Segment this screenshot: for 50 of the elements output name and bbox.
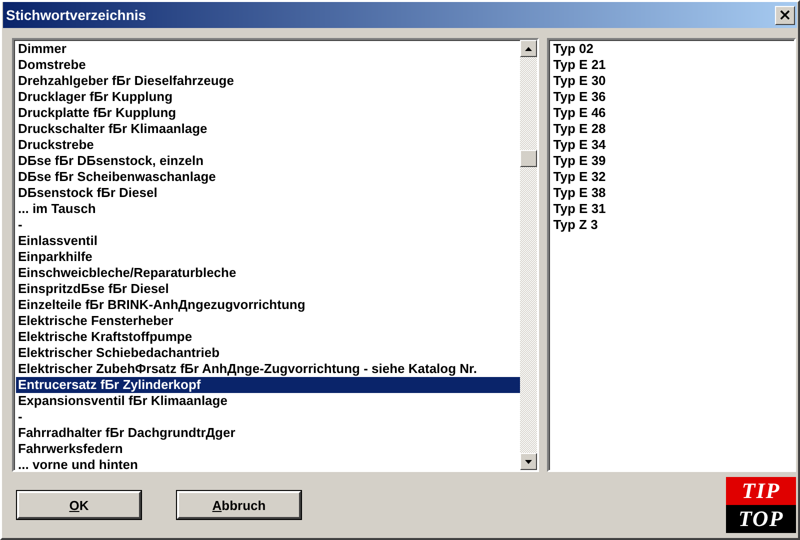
keyword-item[interactable]: Dimmer <box>16 41 520 57</box>
type-item[interactable]: Typ E 39 <box>551 153 794 169</box>
ok-button[interactable]: OK <box>17 491 141 519</box>
type-item[interactable]: Typ E 30 <box>551 73 794 89</box>
keyword-item[interactable]: Elektrischer Schiebedachantrieb <box>16 345 520 361</box>
type-item[interactable]: Typ E 28 <box>551 121 794 137</box>
down-arrow-icon <box>525 460 532 464</box>
keyword-item[interactable]: Drehzahlgeber fБr Dieselfahrzeuge <box>16 73 520 89</box>
keyword-item[interactable]: Elektrische Kraftstoffpumpe <box>16 329 520 345</box>
keyword-item[interactable]: ... vorne und hinten <box>16 457 520 470</box>
window-title: Stichwortverzeichnis <box>6 7 146 23</box>
keyword-item[interactable]: DБse fБr Scheibenwaschanlage <box>16 169 520 185</box>
keyword-item[interactable]: - <box>16 409 520 425</box>
keyword-item[interactable]: - <box>16 217 520 233</box>
up-arrow-icon <box>525 46 532 50</box>
keyword-item[interactable]: Expansionsventil fБr Klimaanlage <box>16 393 520 409</box>
keyword-item[interactable]: Domstrebe <box>16 57 520 73</box>
cancel-button[interactable]: Abbruch <box>177 491 301 519</box>
keyword-item[interactable]: Drucklager fБr Kupplung <box>16 89 520 105</box>
keyword-item[interactable]: Druckplatte fБr Kupplung <box>16 105 520 121</box>
close-button[interactable]: × <box>775 6 795 24</box>
type-item[interactable]: Typ E 31 <box>551 201 794 217</box>
keyword-item[interactable]: EinspritzdБse fБr Diesel <box>16 281 520 297</box>
type-item[interactable]: Typ Z 3 <box>551 217 794 233</box>
type-item[interactable]: Typ E 21 <box>551 57 794 73</box>
scroll-up-button[interactable] <box>520 40 538 57</box>
type-item[interactable]: Typ E 46 <box>551 105 794 121</box>
keyword-item[interactable]: DБsenstock fБr Diesel <box>16 185 520 201</box>
scroll-thumb[interactable] <box>520 150 538 167</box>
keyword-item[interactable]: Druckschalter fБr Klimaanlage <box>16 121 520 137</box>
type-item[interactable]: Typ E 32 <box>551 169 794 185</box>
type-item[interactable]: Typ E 34 <box>551 137 794 153</box>
keyword-item[interactable]: Elektrischer ZubehФrsatz fБr AnhДnge-Zugvorrichtung - siehe Katalog Nr. <box>16 361 520 377</box>
keyword-item[interactable]: Einlassventil <box>16 233 520 249</box>
type-item[interactable]: Typ 02 <box>551 41 794 57</box>
keyword-item[interactable]: Druckstrebe <box>16 137 520 153</box>
type-item[interactable]: Typ E 36 <box>551 89 794 105</box>
keyword-item[interactable]: Einzelteile fБr BRINK-AnhДngezugvorrichtung <box>16 297 520 313</box>
scroll-down-button[interactable] <box>520 453 538 470</box>
type-item[interactable]: Typ E 38 <box>551 185 794 201</box>
logo: TIP TOP <box>726 476 796 534</box>
keyword-item[interactable]: Einparkhilfe <box>16 249 520 265</box>
keyword-item[interactable]: ... im Tausch <box>16 201 520 217</box>
keyword-item[interactable]: DБse fБr DБsenstock, einzeln <box>16 153 520 169</box>
keyword-item[interactable]: Einschweicbleche/Reparaturbleche <box>16 265 520 281</box>
keyword-item[interactable]: Fahrradhalter fБr DachgrundtrДger <box>16 425 520 441</box>
scrollbar[interactable] <box>520 40 538 470</box>
keyword-item[interactable]: Fahrwerksfedern <box>16 441 520 457</box>
keyword-item[interactable]: Entrucersatz fБr Zylinderkopf <box>16 377 520 393</box>
keyword-item[interactable]: Elektrische Fensterheber <box>16 313 520 329</box>
